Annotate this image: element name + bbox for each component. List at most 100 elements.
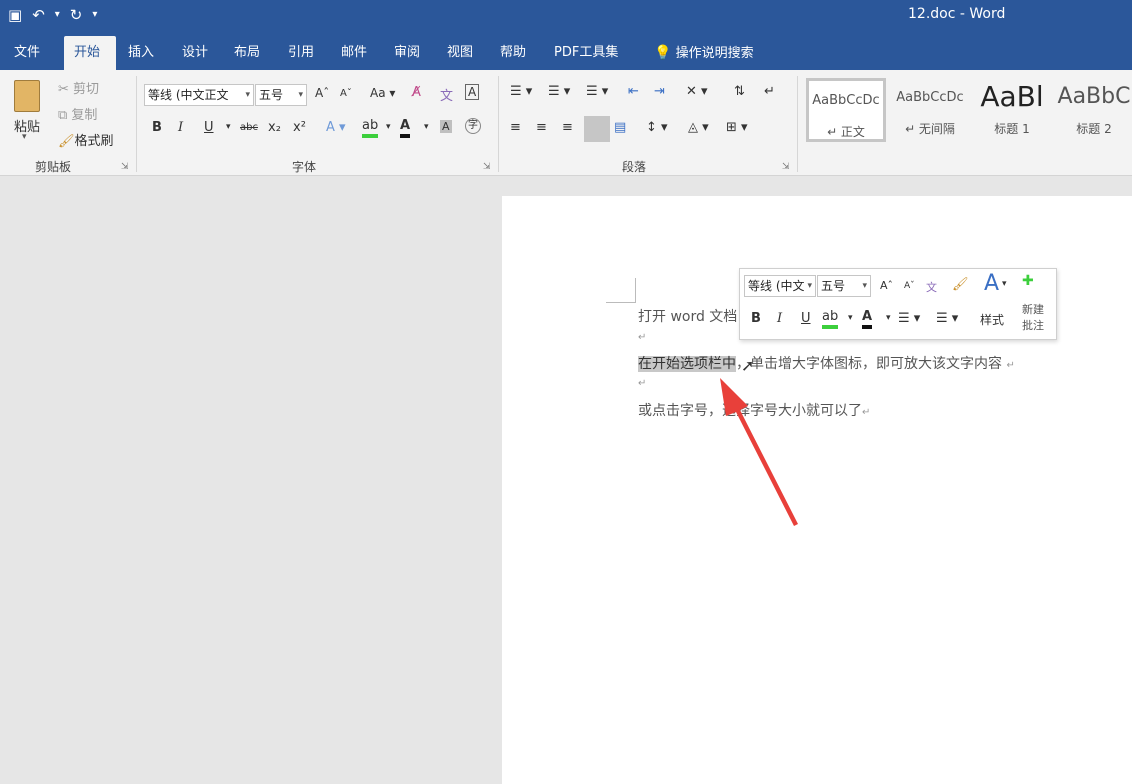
style-normal[interactable]: AaBbCcDc ↵ 正文 xyxy=(806,78,886,142)
paste-button[interactable]: 粘贴 xyxy=(14,116,40,135)
mini-highlight-dropdown-icon[interactable]: ▾ xyxy=(848,313,853,323)
tab-references[interactable]: 引用 xyxy=(282,36,320,70)
superscript-button[interactable]: x² xyxy=(293,120,306,135)
character-border-icon[interactable]: A xyxy=(465,84,480,100)
shrink-font-icon[interactable]: Aˇ xyxy=(340,88,352,99)
mini-styles-label[interactable]: 样式 xyxy=(980,311,1004,328)
clear-format-icon[interactable]: A̸ xyxy=(412,85,421,100)
copy-icon: ⧉ xyxy=(58,108,72,123)
font-name-combo[interactable]: 等线 (中文正文 ▾ xyxy=(144,84,254,106)
paste-dropdown-icon[interactable]: ▾ xyxy=(22,132,27,142)
phonetic-guide-icon[interactable]: 文 xyxy=(440,85,453,104)
enclose-character-icon[interactable]: 字 xyxy=(465,118,481,134)
highlight-color-icon[interactable]: ab xyxy=(362,118,379,138)
bullets-icon[interactable]: ☰ ▾ xyxy=(510,84,532,99)
mini-new-comment-label[interactable]: 新建 批注 xyxy=(1022,301,1044,333)
style-heading-2[interactable]: AaBbC 标题 2 xyxy=(1054,78,1132,142)
tab-home[interactable]: 开始 xyxy=(64,36,116,70)
align-center-icon[interactable]: ≡ xyxy=(536,120,547,135)
tell-me-search[interactable]: 💡 操作说明搜索 xyxy=(648,36,760,70)
new-comment-icon[interactable]: ✚ xyxy=(1022,273,1034,289)
style-no-spacing[interactable]: AaBbCcDc ↵ 无间隔 xyxy=(890,78,970,142)
copy-button[interactable]: ⧉ 复制 xyxy=(58,104,97,123)
mini-font-color-button[interactable]: A xyxy=(862,309,873,329)
mini-font-size-combo[interactable]: 五号 ▾ xyxy=(817,275,871,297)
align-right-icon[interactable]: ≡ xyxy=(562,120,573,135)
tab-help[interactable]: 帮助 xyxy=(494,36,532,70)
mini-grow-font-icon[interactable]: Aˆ xyxy=(880,279,893,292)
doc-line-3[interactable]: 或点击字号，选择字号大小就可以了↵ xyxy=(638,400,870,420)
style-heading-1[interactable]: AaBl 标题 1 xyxy=(972,78,1052,142)
shading-icon[interactable]: ◬ ▾ xyxy=(688,120,709,135)
font-size-combo[interactable]: 五号 ▾ xyxy=(255,84,307,106)
mini-shrink-font-icon[interactable]: Aˇ xyxy=(904,281,915,291)
character-shading-icon[interactable]: A xyxy=(440,120,452,133)
underline-button[interactable]: U xyxy=(204,120,214,135)
distributed-icon[interactable]: ▤ xyxy=(614,120,626,135)
mini-font-name-combo[interactable]: 等线 (中文 ▾ xyxy=(744,275,816,297)
grow-font-icon[interactable]: Aˆ xyxy=(315,86,329,100)
paste-icon[interactable] xyxy=(14,80,40,112)
show-marks-icon[interactable]: ↵ xyxy=(764,84,775,99)
selected-text[interactable]: 在开始选项栏中 xyxy=(638,356,736,372)
decrease-indent-icon[interactable]: ⇤ xyxy=(628,84,639,99)
increase-indent-icon[interactable]: ⇥ xyxy=(654,84,665,99)
borders-icon[interactable]: ⊞ ▾ xyxy=(726,120,748,135)
paragraph-launcher-icon[interactable]: ⇲ xyxy=(782,162,790,172)
mini-styles-dropdown-icon[interactable]: ▾ xyxy=(1002,279,1007,289)
mini-toolbar: 等线 (中文 ▾ 五号 ▾ Aˆ Aˇ 文 🖌 A ▾ ✚ B I U ab ▾ A… xyxy=(739,268,1057,340)
mini-format-painter-icon[interactable]: 🖌 xyxy=(952,277,969,292)
tell-me-label: 操作说明搜索 xyxy=(675,46,754,61)
doc-line-1[interactable]: 打开 word 文档 xyxy=(638,306,737,326)
justify-icon[interactable] xyxy=(584,116,610,142)
mini-italic-button[interactable]: I xyxy=(777,311,782,326)
italic-button[interactable]: I xyxy=(178,120,183,135)
mini-bold-button[interactable]: B xyxy=(751,311,761,326)
multilevel-list-icon[interactable]: ☰ ▾ xyxy=(586,84,608,99)
chevron-down-icon: ▾ xyxy=(862,281,867,291)
doc-line-2[interactable]: 在开始选项栏中，单击增大字体图标，即可放大该文字内容 ↵ xyxy=(638,353,1015,373)
mini-underline-button[interactable]: U xyxy=(801,311,811,326)
change-case-button[interactable]: Aa ▾ xyxy=(370,86,395,100)
numbering-icon[interactable]: ☰ ▾ xyxy=(548,84,570,99)
bold-button[interactable]: B xyxy=(152,120,162,135)
mini-bullets-icon[interactable]: ☰ ▾ xyxy=(898,311,920,326)
ribbon-tabs: 文件 开始 插入 设计 布局 引用 邮件 审阅 视图 帮助 PDF工具集 💡 操… xyxy=(0,34,1132,70)
tab-view[interactable]: 视图 xyxy=(441,36,479,70)
tab-layout[interactable]: 布局 xyxy=(228,36,266,70)
font-color-button[interactable]: A xyxy=(400,118,411,138)
tab-pdf-tools[interactable]: PDF工具集 xyxy=(548,36,624,70)
subscript-button[interactable]: x₂ xyxy=(268,120,281,135)
underline-dropdown-icon[interactable]: ▾ xyxy=(226,122,231,132)
line-spacing-icon[interactable]: ↕ ▾ xyxy=(646,120,668,135)
cut-button[interactable]: ✂ 剪切 xyxy=(58,78,99,97)
chinese-layout-icon[interactable]: ✕ ▾ xyxy=(686,84,708,99)
paragraph-mark: ↵ xyxy=(638,378,647,389)
tab-mailings[interactable]: 邮件 xyxy=(335,36,373,70)
text-effects-icon[interactable]: A ▾ xyxy=(326,120,346,135)
font-color-dropdown-icon[interactable]: ▾ xyxy=(424,122,429,132)
tab-review[interactable]: 审阅 xyxy=(388,36,426,70)
mini-phonetic-icon[interactable]: 文 xyxy=(926,279,937,295)
format-painter-button[interactable]: 🖌格式刷 xyxy=(58,130,114,149)
undo-dropdown-icon[interactable]: ▾ xyxy=(55,5,60,25)
sort-icon[interactable]: ⇅ xyxy=(734,84,745,99)
tab-file[interactable]: 文件 xyxy=(8,36,46,70)
mini-numbering-icon[interactable]: ☰ ▾ xyxy=(936,311,958,326)
undo-icon[interactable]: ↶ xyxy=(32,5,45,25)
mini-font-color-dropdown-icon[interactable]: ▾ xyxy=(886,313,891,323)
strikethrough-button[interactable]: abc xyxy=(240,122,258,133)
align-left-icon[interactable]: ≡ xyxy=(510,120,521,135)
tab-insert[interactable]: 插入 xyxy=(122,36,160,70)
redo-icon[interactable]: ↻ xyxy=(70,5,83,25)
mini-highlight-icon[interactable]: ab xyxy=(822,309,839,329)
font-launcher-icon[interactable]: ⇲ xyxy=(483,162,491,172)
scissors-icon: ✂ xyxy=(58,82,74,97)
mini-styles-icon[interactable]: A xyxy=(984,271,999,296)
tab-design[interactable]: 设计 xyxy=(176,36,214,70)
chevron-down-icon: ▾ xyxy=(298,90,303,100)
highlight-dropdown-icon[interactable]: ▾ xyxy=(386,122,391,132)
clipboard-launcher-icon[interactable]: ⇲ xyxy=(121,162,129,172)
customize-qat-icon[interactable]: ▾ xyxy=(92,5,97,25)
save-icon[interactable]: ▣ xyxy=(8,5,22,25)
